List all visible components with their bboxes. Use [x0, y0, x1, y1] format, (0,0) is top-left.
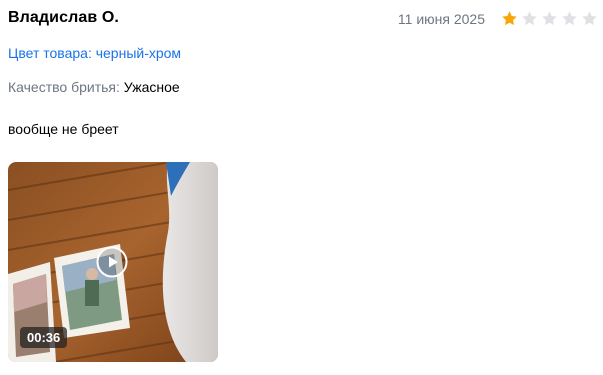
quality-value: Ужасное [123, 79, 180, 95]
rating-stars [501, 10, 598, 27]
star-icon [522, 11, 537, 26]
star-icon [582, 11, 597, 26]
product-variant: Цвет товара: черный-хром [8, 45, 182, 61]
star-icon [562, 11, 577, 26]
play-icon[interactable] [96, 246, 128, 278]
review-text: вообще не бреет [8, 121, 119, 137]
quality-label: Качество бритья: [8, 79, 120, 95]
star-icon [502, 11, 517, 26]
quality-rating: Качество бритья: Ужасное [8, 79, 180, 95]
review-date: 11 июня 2025 [397, 11, 485, 27]
video-thumbnail[interactable]: 00:36 [8, 162, 218, 362]
review-author: Владислав О. [8, 9, 119, 26]
video-duration: 00:36 [20, 327, 68, 348]
star-icon [542, 11, 557, 26]
